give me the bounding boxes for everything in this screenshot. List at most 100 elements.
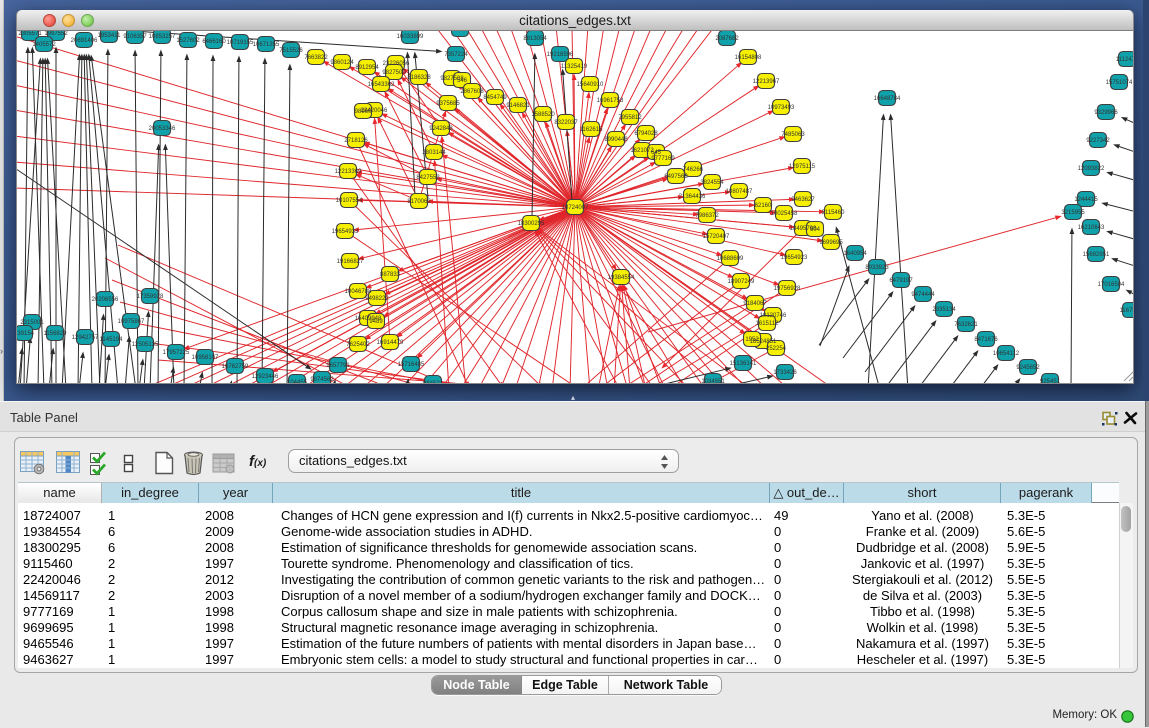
svg-text:7632621: 7632621 bbox=[954, 322, 978, 328]
svg-text:15692951: 15692951 bbox=[1083, 252, 1110, 258]
svg-text:2935134: 2935134 bbox=[932, 307, 956, 313]
svg-text:104455: 104455 bbox=[287, 380, 308, 383]
svg-text:1733426: 1733426 bbox=[773, 370, 797, 376]
svg-text:9115460: 9115460 bbox=[822, 210, 846, 216]
svg-text:16543362: 16543362 bbox=[368, 82, 395, 88]
svg-text:7986372: 7986372 bbox=[695, 213, 719, 219]
svg-text:12213967: 12213967 bbox=[753, 79, 780, 85]
svg-text:9463627: 9463627 bbox=[791, 197, 815, 203]
svg-text:7357224: 7357224 bbox=[444, 52, 468, 58]
svg-text:8186328: 8186328 bbox=[407, 75, 431, 81]
svg-text:9227342: 9227342 bbox=[1086, 138, 1110, 144]
svg-text:7625402: 7625402 bbox=[346, 342, 370, 348]
svg-text:9498222: 9498222 bbox=[365, 296, 389, 302]
svg-text:6466160: 6466160 bbox=[202, 39, 226, 45]
svg-text:1405572: 1405572 bbox=[32, 42, 56, 48]
svg-text:2718126: 2718126 bbox=[344, 138, 368, 144]
svg-text:20206556: 20206556 bbox=[92, 297, 119, 303]
svg-text:10958107: 10958107 bbox=[192, 355, 219, 361]
svg-text:16762759: 16762759 bbox=[222, 364, 249, 370]
svg-text:10671355: 10671355 bbox=[253, 42, 280, 48]
svg-text:20053346: 20053346 bbox=[149, 126, 176, 132]
svg-text:11325419: 11325419 bbox=[561, 64, 588, 70]
svg-text:16154808: 16154808 bbox=[735, 55, 762, 61]
svg-text:2803144: 2803144 bbox=[422, 150, 446, 156]
svg-text:3215955: 3215955 bbox=[1061, 210, 1085, 216]
svg-text:1244415: 1244415 bbox=[1074, 197, 1098, 203]
svg-text:8933923: 8933923 bbox=[865, 265, 889, 271]
svg-text:546: 546 bbox=[457, 78, 468, 84]
svg-text:746266: 746266 bbox=[683, 167, 704, 173]
svg-text:10107554: 10107554 bbox=[336, 198, 363, 204]
svg-text:1640954: 1640954 bbox=[843, 251, 867, 257]
svg-text:17016504: 17016504 bbox=[1098, 282, 1125, 288]
svg-text:925451: 925451 bbox=[1040, 379, 1061, 383]
svg-text:9184067: 9184067 bbox=[743, 301, 767, 307]
svg-text:6794028: 6794028 bbox=[634, 131, 658, 137]
svg-text:9699695: 9699695 bbox=[819, 240, 843, 246]
svg-text:9827500: 9827500 bbox=[382, 70, 406, 76]
svg-text:19166827: 19166827 bbox=[337, 259, 364, 265]
svg-text:12942757: 12942757 bbox=[72, 335, 99, 341]
svg-text:10975867: 10975867 bbox=[118, 319, 145, 325]
svg-text:23226056: 23226056 bbox=[383, 61, 410, 67]
svg-text:9329966: 9329966 bbox=[1094, 110, 1118, 116]
svg-text:62160: 62160 bbox=[755, 203, 772, 209]
svg-text:20691406: 20691406 bbox=[71, 38, 98, 44]
svg-text:252254: 252254 bbox=[766, 346, 787, 352]
svg-text:98960: 98960 bbox=[355, 109, 372, 115]
svg-text:1588520: 1588520 bbox=[531, 112, 555, 118]
svg-text:9474444: 9474444 bbox=[911, 292, 935, 298]
svg-text:10719155: 10719155 bbox=[227, 40, 254, 46]
svg-text:2867608: 2867608 bbox=[460, 89, 484, 95]
svg-text:17957225: 17957225 bbox=[163, 350, 190, 356]
svg-text:10120746: 10120746 bbox=[760, 313, 787, 319]
svg-text:15716485: 15716485 bbox=[398, 362, 425, 368]
svg-text:18300295: 18300295 bbox=[518, 221, 545, 227]
svg-text:12505135: 12505135 bbox=[132, 342, 159, 348]
svg-text:1527602: 1527602 bbox=[176, 38, 200, 44]
svg-text:10807487: 10807487 bbox=[726, 189, 753, 195]
svg-text:2305571: 2305571 bbox=[18, 31, 42, 37]
svg-text:8170063: 8170063 bbox=[407, 199, 431, 205]
svg-text:15751074: 15751074 bbox=[1106, 80, 1133, 86]
svg-text:939154: 939154 bbox=[17, 331, 35, 337]
svg-text:1145194: 1145194 bbox=[100, 337, 124, 343]
svg-text:984411: 984411 bbox=[450, 31, 470, 33]
svg-text:10973493: 10973493 bbox=[768, 105, 795, 111]
svg-text:16961758: 16961758 bbox=[597, 98, 624, 104]
svg-text:9489: 9489 bbox=[369, 319, 383, 325]
svg-text:8454749: 8454749 bbox=[483, 95, 507, 101]
svg-text:1853411: 1853411 bbox=[98, 33, 122, 39]
svg-text:9106357: 9106357 bbox=[123, 34, 147, 40]
svg-text:12975115: 12975115 bbox=[789, 164, 816, 170]
svg-text:9657791: 9657791 bbox=[326, 363, 350, 369]
svg-text:7515526: 7515526 bbox=[279, 48, 303, 54]
svg-text:1162615: 1162615 bbox=[580, 127, 604, 133]
svg-text:7955812: 7955812 bbox=[618, 115, 642, 121]
svg-text:12093822: 12093822 bbox=[1078, 166, 1105, 172]
svg-text:6479197: 6479197 bbox=[889, 278, 913, 284]
svg-text:21364436: 21364436 bbox=[679, 194, 706, 200]
svg-text:15640910: 15640910 bbox=[577, 82, 604, 88]
svg-text:9146821: 9146821 bbox=[506, 103, 530, 109]
svg-text:15720407: 15720407 bbox=[703, 234, 730, 240]
svg-text:2315001: 2315001 bbox=[20, 320, 44, 326]
svg-text:887833: 887833 bbox=[380, 272, 401, 278]
svg-text:10025458: 10025458 bbox=[771, 211, 798, 217]
svg-text:7663822: 7663822 bbox=[304, 55, 328, 61]
svg-text:12923446: 12923446 bbox=[252, 374, 279, 380]
svg-text:9245652: 9245652 bbox=[1016, 365, 1040, 371]
svg-text:9874562: 9874562 bbox=[310, 377, 334, 383]
svg-text:2087682: 2087682 bbox=[715, 36, 739, 42]
svg-text:16210643: 16210643 bbox=[1078, 225, 1105, 231]
svg-text:19218596: 19218596 bbox=[547, 52, 574, 58]
svg-text:1952: 1952 bbox=[745, 337, 759, 343]
svg-text:1034551: 1034551 bbox=[701, 379, 725, 383]
svg-text:17359928: 17359928 bbox=[137, 294, 164, 300]
svg-text:1156829: 1156829 bbox=[44, 331, 68, 337]
svg-text:1112471: 1112471 bbox=[1116, 57, 1133, 63]
svg-text:18724007: 18724007 bbox=[562, 205, 589, 211]
svg-text:8427552: 8427552 bbox=[416, 175, 440, 181]
svg-text:16648784: 16648784 bbox=[874, 96, 901, 102]
